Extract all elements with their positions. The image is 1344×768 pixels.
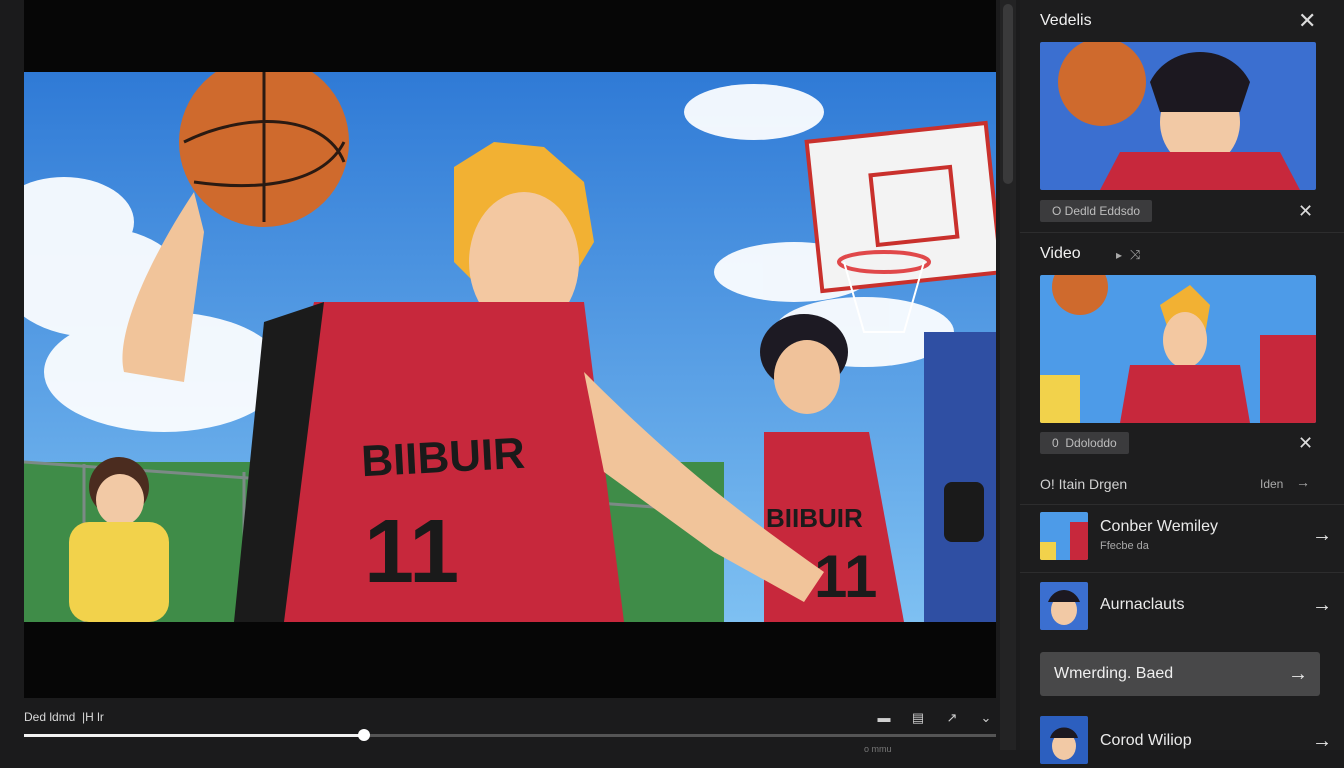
arrow-right-icon[interactable]: → — [1288, 663, 1308, 686]
list-arrow-icon[interactable]: → — [1296, 474, 1310, 490]
list-item-thumbnail — [1040, 512, 1088, 560]
svg-text:BIIBUIR: BIIBUIR — [360, 429, 526, 487]
control-icons: ▬ ▤ ↗ ⌄ — [874, 710, 996, 726]
list-item-title: Corod Wiliop — [1100, 732, 1192, 749]
divider — [1020, 504, 1344, 505]
list-item-title: Aurnaclauts — [1100, 596, 1185, 613]
list-item-subtitle: Ffecbe da — [1100, 540, 1149, 552]
time-display: Ded ldmd |H lr — [24, 710, 104, 724]
video-player[interactable]: BIIBUIR 11 BIIBUIR 11 — [24, 0, 996, 698]
thumbnail-1[interactable] — [1040, 42, 1316, 190]
thumbnail-2-caption: 0 Ddoloddo — [1040, 432, 1129, 454]
list-header: O! Itain Drgen — [1040, 476, 1128, 492]
list-item-thumbnail — [1040, 582, 1088, 630]
close-icon[interactable]: ✕ — [1298, 200, 1313, 222]
seek-bar[interactable] — [24, 729, 996, 741]
section-title-video: Video — [1040, 245, 1081, 262]
list-header-right: Iden — [1260, 477, 1284, 491]
close-icon[interactable]: ✕ — [1298, 432, 1313, 454]
seek-handle[interactable] — [358, 729, 371, 741]
svg-text:BIIBUIR: BIIBUIR — [766, 503, 863, 533]
scrollbar-thumb[interactable] — [1003, 4, 1013, 184]
list-item[interactable]: Aurnaclauts → — [1040, 578, 1336, 634]
list-item-title: Conber Wemiley — [1100, 518, 1218, 535]
share-icon[interactable]: ↗ — [942, 710, 962, 726]
list-item[interactable]: Corod Wiliop → — [1040, 712, 1336, 768]
svg-text:11: 11 — [364, 502, 459, 602]
player-controls: Ded ldmd |H lr ▬ ▤ ↗ ⌄ o mmu — [24, 700, 996, 754]
highlighted-list-label: Wmerding. Baed — [1054, 665, 1174, 682]
time-tiny: o mmu — [864, 744, 892, 754]
divider — [1020, 572, 1344, 573]
arrow-right-icon[interactable]: → — [1312, 594, 1332, 617]
shuffle-icon[interactable]: ⤨ — [1130, 247, 1140, 263]
main-scrollbar[interactable] — [1000, 0, 1016, 750]
chip-text: Ddoloddo — [1065, 436, 1117, 450]
panel-title: Vedelis — [1040, 12, 1092, 29]
thumbnail-1-caption: O Dedld Eddsdo — [1040, 200, 1153, 222]
arrow-right-icon[interactable]: → — [1312, 524, 1332, 547]
video-frame[interactable]: BIIBUIR 11 BIIBUIR 11 — [24, 72, 996, 622]
time-total: |H lr — [82, 710, 104, 724]
svg-text:11: 11 — [814, 543, 877, 610]
divider — [1020, 232, 1344, 233]
highlighted-list-button[interactable]: Wmerding. Baed → — [1040, 652, 1320, 696]
chapters-icon[interactable]: ▬ — [874, 710, 894, 726]
video-add-icon[interactable]: ▸ — [1116, 248, 1122, 262]
side-panel: Vedelis ✕ O Dedld Eddsdo ✕ Video ▸ ⤨ 0 D… — [1020, 0, 1344, 764]
list-item-thumbnail — [1040, 716, 1088, 764]
list-item[interactable]: Conber Wemiley Ffecbe da → — [1040, 508, 1336, 564]
subtitles-icon[interactable]: ▤ — [908, 710, 928, 726]
time-current: Ded ldmd — [24, 710, 76, 724]
chip-count: 0 — [1052, 436, 1059, 450]
expand-icon[interactable]: ⌄ — [976, 710, 996, 726]
thumbnail-2[interactable] — [1040, 275, 1316, 423]
close-icon[interactable]: ✕ — [1298, 10, 1316, 32]
seek-progress — [24, 734, 365, 737]
